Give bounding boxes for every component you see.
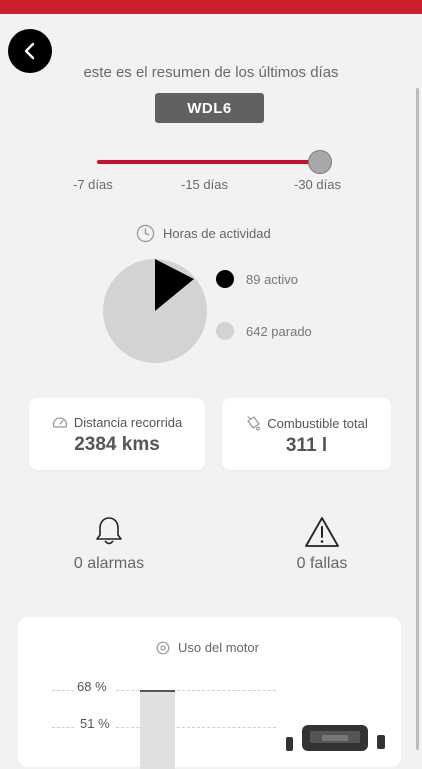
level-68: 68 % bbox=[77, 679, 107, 694]
gridline-68-left bbox=[52, 690, 74, 691]
fuel-card: Combustible total 311 l bbox=[222, 398, 391, 470]
distance-label-row: Distancia recorrida bbox=[29, 415, 205, 430]
activity-header: Horas de actividad bbox=[136, 224, 271, 243]
vehicle-selector[interactable]: WDL6 bbox=[155, 93, 264, 123]
motor-title: Uso del motor bbox=[178, 640, 259, 655]
gridline-51-left bbox=[52, 727, 74, 728]
fuel-label: Combustible total bbox=[267, 415, 368, 431]
speedometer-icon bbox=[52, 416, 67, 428]
engine-icon bbox=[156, 641, 170, 654]
range-label-15[interactable]: -15 días bbox=[181, 177, 228, 192]
distance-label: Distancia recorrida bbox=[73, 415, 183, 430]
active-label: 89 activo bbox=[246, 271, 299, 287]
scrollbar[interactable] bbox=[416, 88, 419, 750]
range-slider-track[interactable] bbox=[97, 160, 321, 164]
distance-value: 2384 kms bbox=[74, 434, 160, 455]
range-label-30[interactable]: -30 días bbox=[294, 177, 341, 192]
level-51: 51 % bbox=[80, 716, 110, 731]
motor-usage-card: Uso del motor 68 % 51 % bbox=[18, 617, 401, 769]
activity-pie-chart bbox=[103, 259, 207, 363]
range-label-7[interactable]: -7 días bbox=[73, 177, 113, 192]
fuel-label-row: Combustible total bbox=[222, 415, 391, 431]
clock-icon bbox=[136, 224, 155, 243]
distance-card: Distancia recorrida 2384 kms bbox=[29, 398, 205, 470]
legend-active: 89 activo bbox=[216, 270, 298, 288]
active-dot bbox=[216, 270, 234, 288]
top-status-bar bbox=[0, 0, 422, 14]
motor-usage-bar bbox=[140, 690, 175, 769]
warning-icon bbox=[305, 517, 339, 547]
failures-count: 0 fallas bbox=[296, 555, 348, 572]
fuel-value: 311 l bbox=[285, 435, 328, 456]
motor-header: Uso del motor bbox=[156, 640, 259, 655]
stopped-dot bbox=[216, 322, 234, 340]
summary-subtitle: este es el resumen de los últimos días bbox=[83, 64, 339, 81]
fuel-icon bbox=[247, 416, 261, 431]
bell-icon bbox=[96, 517, 122, 545]
legend-stopped: 642 parado bbox=[216, 322, 312, 340]
alarms-count: 0 alarmas bbox=[73, 555, 145, 572]
stopped-label: 642 parado bbox=[246, 323, 312, 339]
chevron-left-icon bbox=[24, 42, 35, 60]
activity-title: Horas de actividad bbox=[163, 226, 271, 241]
truck-icon bbox=[286, 725, 385, 751]
range-slider-thumb[interactable] bbox=[308, 150, 332, 174]
